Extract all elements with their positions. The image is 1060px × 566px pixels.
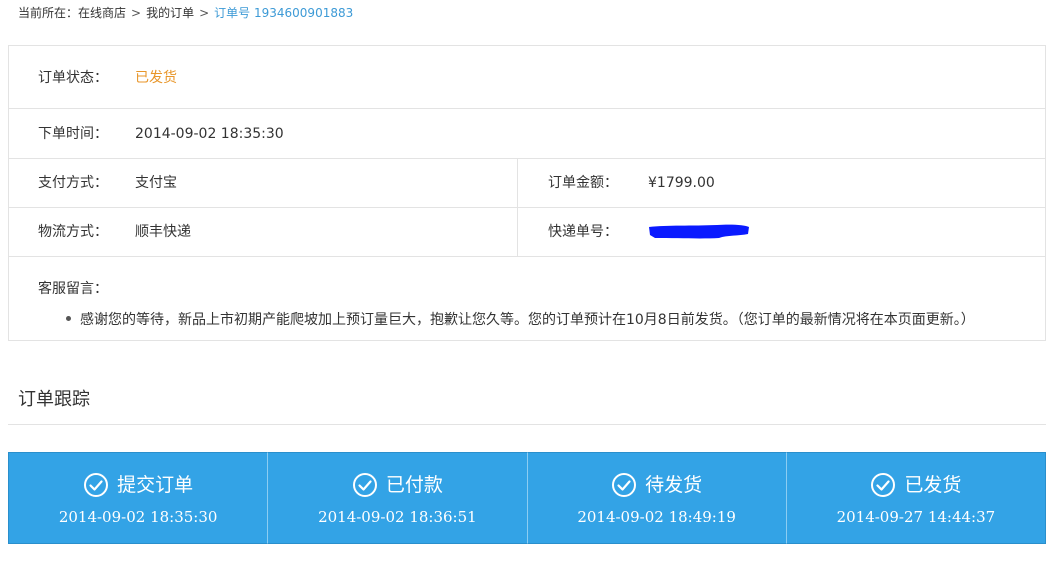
breadcrumb-link-store[interactable]: 在线商店 <box>78 6 126 20</box>
breadcrumb-link-my-orders[interactable]: 我的订单 <box>146 6 194 20</box>
payment-method-label: 支付方式： <box>38 175 108 191</box>
tracking-number-label: 快递单号： <box>548 224 618 240</box>
tracking-number-cell: 快递单号： <box>517 208 1045 256</box>
breadcrumb-separator: > <box>131 6 142 20</box>
tracking-step-paid: 已付款 2014-09-02 18:36:51 <box>268 452 528 544</box>
order-status-label: 订单状态： <box>38 70 108 86</box>
tracking-step-time: 2014-09-02 18:49:19 <box>577 508 736 526</box>
payment-row: 支付方式： 支付宝 订单金额： ¥1799.00 <box>9 159 1045 208</box>
tracking-step-name: 已发货 <box>904 474 962 496</box>
check-circle-icon <box>871 473 896 497</box>
tracking-step-time: 2014-09-02 18:35:30 <box>58 508 218 526</box>
tracking-divider <box>8 424 1046 425</box>
breadcrumb: 当前所在：在线商店 > 我的订单 > 订单号 1934600901883 <box>18 4 353 22</box>
order-tracking-title: 订单跟踪 <box>18 389 90 410</box>
order-amount-cell: 订单金额： ¥1799.00 <box>517 159 1045 207</box>
logistics-method-label: 物流方式： <box>38 224 108 240</box>
tracking-step-submitted: 提交订单 2014-09-02 18:35:30 <box>8 452 269 544</box>
order-status-row: 订单状态： 已发货 <box>9 46 1045 109</box>
check-circle-icon <box>84 473 109 497</box>
logistics-method-value: 顺丰快递 <box>135 224 191 240</box>
breadcrumb-prefix: 当前所在： <box>18 6 79 20</box>
payment-method-value: 支付宝 <box>135 175 177 191</box>
check-circle-icon <box>352 473 377 497</box>
breadcrumb-current-order: 订单号 1934600901883 <box>214 6 354 20</box>
service-note-text: 感谢您的等待，新品上市初期产能爬坡加上预订量巨大，抱歉让您久等。您的订单预计在1… <box>80 312 975 328</box>
bullet-icon <box>66 315 71 321</box>
tracking-step-awaiting-shipment: 待发货 2014-09-02 18:49:19 <box>527 452 787 544</box>
order-time-value: 2014-09-02 18:35:30 <box>135 126 284 142</box>
tracking-step-shipped: 已发货 2014-09-27 14:44:37 <box>786 452 1046 544</box>
order-amount-label: 订单金额： <box>548 175 618 191</box>
service-note-row: 客服留言： 感谢您的等待，新品上市初期产能爬坡加上预订量巨大，抱歉让您久等。您的… <box>9 257 1045 341</box>
breadcrumb-separator: > <box>199 6 210 20</box>
service-note-label: 客服留言： <box>38 281 108 297</box>
tracking-step-time: 2014-09-27 14:44:37 <box>836 508 996 526</box>
order-time-label: 下单时间： <box>38 126 108 142</box>
logistics-row: 物流方式： 顺丰快递 快递单号： <box>9 208 1045 257</box>
tracking-number-redaction <box>649 224 749 239</box>
tracking-steps: 提交订单 2014-09-02 18:35:30 已付款 2014-09-02 … <box>8 452 1046 544</box>
check-circle-icon <box>612 473 637 497</box>
order-time-row: 下单时间： 2014-09-02 18:35:30 <box>9 109 1045 159</box>
tracking-step-name: 已付款 <box>385 474 443 496</box>
order-status-value: 已发货 <box>135 70 177 86</box>
order-amount-value: ¥1799.00 <box>648 175 715 191</box>
order-info-panel: 订单状态： 已发货 下单时间： 2014-09-02 18:35:30 支付方式… <box>8 45 1046 341</box>
tracking-step-name: 待发货 <box>645 474 703 496</box>
tracking-step-time: 2014-09-02 18:36:51 <box>318 508 477 526</box>
tracking-step-name: 提交订单 <box>117 474 194 496</box>
service-note-item: 感谢您的等待，新品上市初期产能爬坡加上预订量巨大，抱歉让您久等。您的订单预计在1… <box>66 310 975 330</box>
